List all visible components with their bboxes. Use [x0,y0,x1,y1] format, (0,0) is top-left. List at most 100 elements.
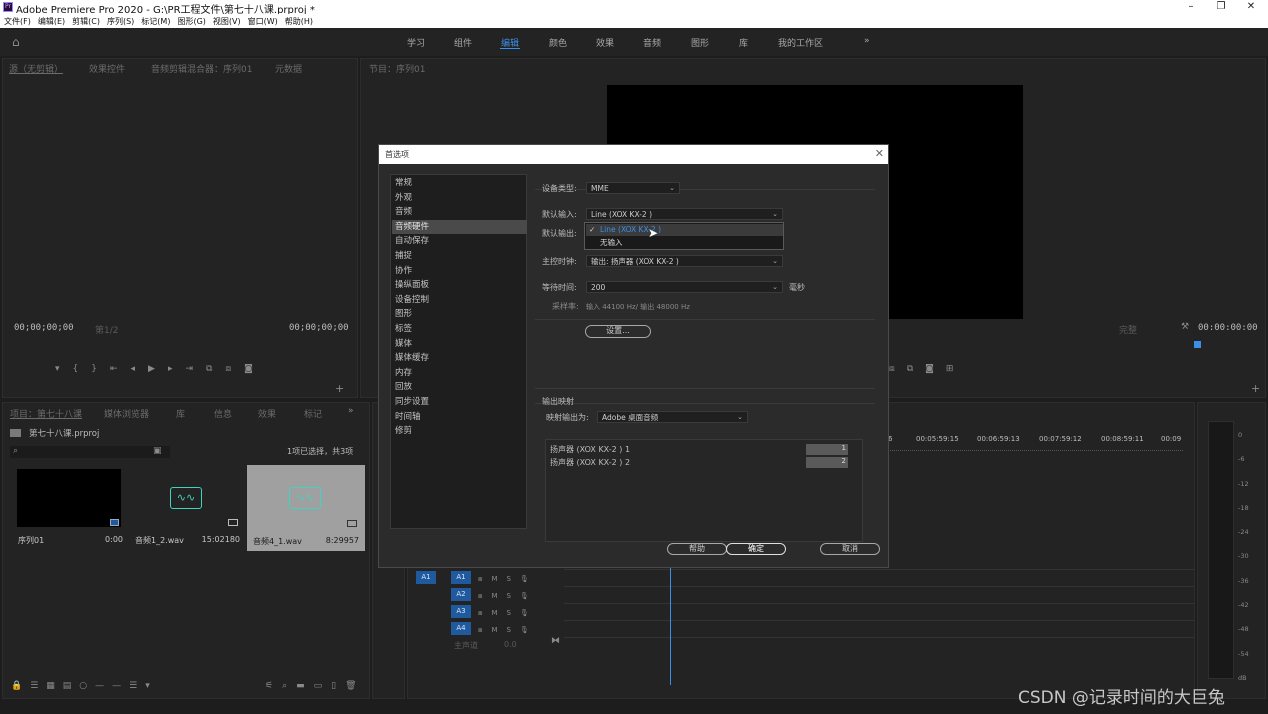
sidebar-item-audio-hardware[interactable]: 音频硬件 [392,219,527,235]
workspace-assembly[interactable]: 组件 [454,36,472,49]
project-item-audio-2[interactable]: ∿∿ 音频4_1.wav 8:29957 [247,465,365,551]
tab-program[interactable]: 节目：序列01 [369,62,425,75]
workspace-color[interactable]: 颜色 [549,36,567,49]
settings-button[interactable]: 设置... [585,325,651,338]
program-fit-select[interactable]: 完整 [1119,323,1137,336]
default-input-select[interactable]: Line (XOX KX-2 ) ⌄ [586,208,783,220]
menu-file[interactable]: 文件(F) [0,14,34,27]
sidebar-item-collaboration[interactable]: 协作 [392,264,527,279]
track-divider [564,586,1194,587]
cancel-button[interactable]: 取消 [820,543,880,555]
output-mapping-title: 输出映射 [542,397,574,406]
sidebar-item-general[interactable]: 常规 [392,176,527,191]
tab-source[interactable]: 源（无剪辑） [9,62,63,75]
dropdown-option-line-input[interactable]: ✓ Line (XOX KX-2 ) [586,224,783,236]
workspace-graphics[interactable]: 图形 [691,36,709,49]
tab-libraries[interactable]: 库 [176,407,185,420]
channel-1-label[interactable]: 扬声器 (XOX KX-2 ) 1 [550,444,630,455]
minimize-icon[interactable]: – [1180,0,1202,14]
home-icon[interactable]: ⌂ [12,35,20,49]
dialog-close-icon[interactable]: ✕ [875,147,884,160]
master-track-end-icon: ⧓ [551,636,560,646]
workspace-effects[interactable]: 效果 [596,36,614,49]
close-window-icon[interactable]: ✕ [1240,0,1262,14]
sidebar-item-device-control[interactable]: 设备控制 [392,293,527,308]
project-item-sequence[interactable]: 序列01 0:00 [15,469,123,551]
help-button[interactable]: 帮助 [667,543,727,555]
selection-info: 1项已选择，共3项 [287,447,354,456]
tab-info[interactable]: 信息 [214,407,232,420]
sidebar-item-trim[interactable]: 修剪 [392,424,527,439]
project-footer-controls[interactable]: 🔒☰▦▤○——☰▾ [11,681,158,691]
menu-view[interactable]: 视图(V) [209,14,244,27]
program-timecode: 00:00:00:00 [1198,323,1258,333]
menu-clip[interactable]: 剪辑(C) [68,14,103,27]
channel-1-map-controls[interactable]: 1 [806,444,848,455]
program-transport-controls[interactable]: ⧈⧉◙⊞ [889,364,965,374]
track-a4[interactable]: A4 [451,622,471,635]
sidebar-item-media-cache[interactable]: 媒体缓存 [392,351,527,366]
restore-icon[interactable]: ❐ [1210,0,1232,14]
workspace-mine[interactable]: 我的工作区 [778,36,823,49]
menu-graphics[interactable]: 图形(G) [173,14,208,27]
master-track-value[interactable]: 0.0 [504,640,517,649]
sidebar-item-media[interactable]: 媒体 [392,337,527,352]
sidebar-item-timeline[interactable]: 时间轴 [392,410,527,425]
project-item-audio-1[interactable]: ∿∿ 音频1_2.wav 15:02180 [132,469,240,551]
source-patch-a1[interactable]: A1 [416,571,436,584]
device-class-select[interactable]: MME ⌄ [586,182,680,194]
sidebar-item-auto-save[interactable]: 自动保存 [392,234,527,249]
map-output-select[interactable]: Adobe 桌面音频 ⌄ [597,411,748,423]
sidebar-item-labels[interactable]: 标签 [392,322,527,337]
track-a1[interactable]: A1 [451,571,471,584]
sidebar-item-playback[interactable]: 回放 [392,380,527,395]
tab-metadata[interactable]: 元数据 [275,62,302,75]
track-a3[interactable]: A3 [451,605,471,618]
menu-help[interactable]: 帮助(H) [281,14,316,27]
master-clock-select[interactable]: 输出: 扬声器 (XOX KX-2 ) ⌄ [586,255,783,267]
menu-marker[interactable]: 标记(M) [137,14,173,27]
more-workspaces-icon[interactable]: » [864,36,870,46]
workspace-audio[interactable]: 音频 [643,36,661,49]
sidebar-item-sync-settings[interactable]: 同步设置 [392,395,527,410]
source-transport-controls[interactable]: ▾{}⇤◂▶▸⇥⧉⧈◙ [55,364,266,374]
track-a2[interactable]: A2 [451,588,471,601]
chevron-down-icon: ⌄ [772,257,778,265]
tab-media-browser[interactable]: 媒体浏览器 [104,407,149,420]
latency-select[interactable]: 200 ⌄ [586,281,783,293]
source-timecode-in[interactable]: 00;00;00;00 [14,323,74,333]
sidebar-item-control-surface[interactable]: 操纵面板 [392,278,527,293]
channel-2-map-controls[interactable]: 2 [806,457,848,468]
panel-more-icon[interactable]: » [348,406,354,416]
playhead-line[interactable] [670,565,671,685]
workspace-libraries[interactable]: 库 [739,36,748,49]
wrench-icon[interactable]: ⚒ [1181,322,1189,332]
workspace-learn[interactable]: 学习 [407,36,425,49]
add-button-icon[interactable]: + [335,382,344,395]
menu-window[interactable]: 窗口(W) [244,14,281,27]
tab-effect-controls[interactable]: 效果控件 [89,62,125,75]
playhead-marker-icon[interactable] [1194,341,1201,348]
track-controls[interactable]: ⧈MS🎙 ⧈MS🎙 ⧈MS🎙 ⧈MS🎙 [478,571,538,639]
track-divider [564,620,1194,621]
sidebar-item-memory[interactable]: 内存 [392,366,527,381]
sidebar-item-appearance[interactable]: 外观 [392,191,527,206]
channel-2-label[interactable]: 扬声器 (XOX KX-2 ) 2 [550,457,630,468]
tab-effects[interactable]: 效果 [258,407,276,420]
menu-edit[interactable]: 编辑(E) [34,14,68,27]
new-bin-icon[interactable]: ▣ [153,446,162,456]
tab-audio-clip-mixer[interactable]: 音频剪辑混合器：序列01 [151,62,252,75]
sidebar-item-audio[interactable]: 音频 [392,205,527,220]
tab-project[interactable]: 项目：第七十八课 [10,407,82,420]
tab-markers[interactable]: 标记 [304,407,322,420]
ok-button[interactable]: 确定 [726,543,786,555]
dropdown-option-no-input[interactable]: 无输入 [586,237,783,249]
project-search-input[interactable] [10,446,170,458]
program-add-button-icon[interactable]: + [1251,382,1260,395]
track-divider [564,603,1194,604]
project-footer-actions[interactable]: ⚟⌕▬▭▯🗑 [265,681,366,691]
menu-sequence[interactable]: 序列(S) [103,14,137,27]
sidebar-item-capture[interactable]: 捕捉 [392,249,527,264]
source-zoom-select[interactable]: 第1/2 [95,323,119,336]
sidebar-item-graphics[interactable]: 图形 [392,307,527,322]
